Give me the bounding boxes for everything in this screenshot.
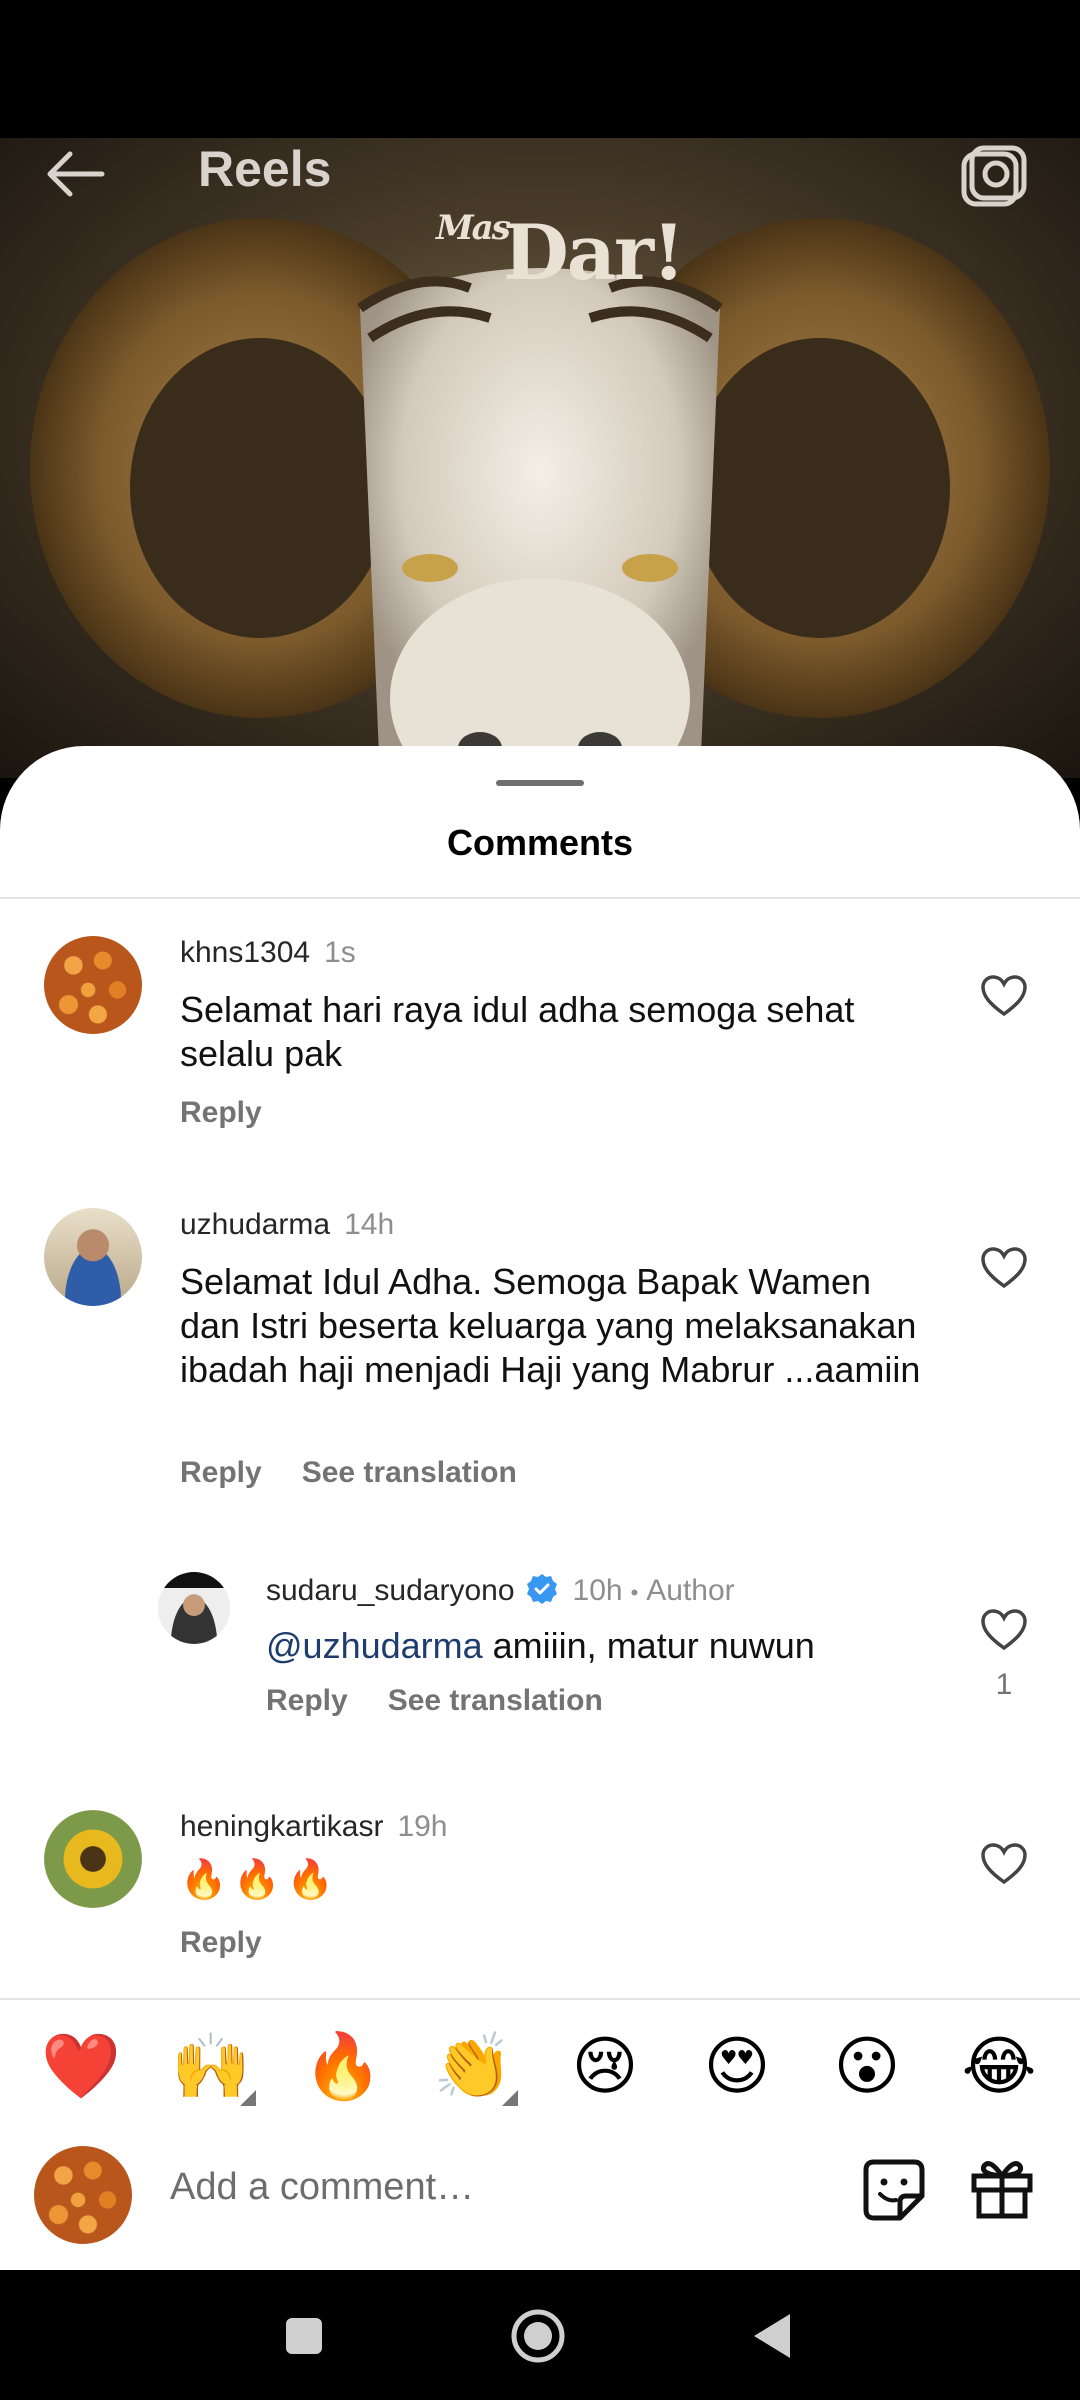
avatar[interactable]: [44, 1208, 142, 1306]
emoji-quick-bar: ❤️ 🙌 🔥 👏 😢 😍 😮 😂: [0, 2008, 1080, 2128]
emoji-surprised-button[interactable]: 😮: [822, 2026, 912, 2106]
emoji-heart-button[interactable]: ❤️: [36, 2026, 126, 2106]
avatar[interactable]: [44, 936, 142, 1034]
reply-button[interactable]: Reply: [180, 1456, 262, 1489]
gift-icon[interactable]: [968, 2154, 1036, 2222]
avatar[interactable]: [158, 1572, 230, 1644]
comments-sheet: Comments khns1304 1s Selamat hari raya id…: [0, 746, 1080, 2270]
back-nav-icon[interactable]: [744, 2306, 804, 2366]
heart-icon[interactable]: [980, 1608, 1028, 1652]
comment-input[interactable]: [170, 2166, 810, 2209]
see-translation-button[interactable]: See translation: [388, 1684, 603, 1717]
recent-apps-icon[interactable]: [274, 2306, 334, 2366]
heart-icon[interactable]: [980, 1246, 1028, 1290]
reply-button[interactable]: Reply: [180, 1096, 262, 1129]
status-bar: [0, 0, 1080, 138]
emoji-clap-button[interactable]: 👏: [428, 2026, 518, 2106]
like-count: 1: [995, 1668, 1013, 1701]
skin-tone-indicator: [240, 2090, 256, 2106]
emoji-fire-button[interactable]: 🔥: [298, 2026, 388, 2106]
back-arrow-icon[interactable]: [40, 146, 110, 202]
avatar[interactable]: [44, 1810, 142, 1908]
see-translation-button[interactable]: See translation: [302, 1456, 517, 1489]
comment-text: 🔥🔥🔥: [180, 1859, 340, 1901]
reel-brand-logo: MasDar!: [436, 208, 685, 297]
sheet-title: Comments: [446, 822, 634, 863]
comment-username[interactable]: sudaru_sudaryono: [266, 1574, 515, 1607]
comment-composer: [0, 2136, 1080, 2256]
emoji-laughing-button[interactable]: 😂: [954, 2026, 1044, 2106]
comment-text: amiiin, matur nuwun: [482, 1625, 815, 1666]
comment-time: 1s: [324, 936, 356, 969]
reply-button[interactable]: Reply: [180, 1926, 262, 1959]
comment-username[interactable]: khns1304: [180, 936, 310, 969]
emoji-heart-eyes-button[interactable]: 😍: [692, 2026, 782, 2106]
comment-text: Selamat Idul Adha. Semoga Bapak Wamen da…: [180, 1261, 921, 1390]
verified-badge-icon: [526, 1574, 557, 1604]
reply-button[interactable]: Reply: [266, 1684, 348, 1717]
sheet-grab-handle[interactable]: [496, 780, 584, 786]
separator-dot: •: [630, 1580, 639, 1605]
current-user-avatar: [34, 2146, 132, 2244]
camera-icon[interactable]: [956, 140, 1028, 212]
mention-link[interactable]: @uzhudarma: [266, 1625, 483, 1666]
author-tag: Author: [646, 1574, 735, 1607]
comment-username[interactable]: heningkartikasr: [180, 1810, 383, 1843]
heart-icon[interactable]: [980, 1842, 1028, 1886]
emoji-raised-hands-button[interactable]: 🙌: [166, 2026, 256, 2106]
comment-time: 19h: [397, 1810, 448, 1843]
comment-time: 10h: [572, 1574, 623, 1607]
comment-text: Selamat hari raya idul adha semoga sehat…: [180, 989, 855, 1074]
emoji-crying-button[interactable]: 😢: [560, 2026, 650, 2106]
heart-icon[interactable]: [980, 974, 1028, 1018]
divider: [0, 897, 1080, 899]
page-title: Reels: [198, 141, 332, 197]
comment-time: 14h: [344, 1208, 395, 1241]
system-nav-bar: [0, 2270, 1080, 2400]
comment-username[interactable]: uzhudarma: [180, 1208, 330, 1241]
sticker-icon[interactable]: [860, 2156, 928, 2224]
divider: [0, 1998, 1080, 2000]
skin-tone-indicator: [502, 2090, 518, 2106]
home-icon[interactable]: [508, 2306, 568, 2366]
